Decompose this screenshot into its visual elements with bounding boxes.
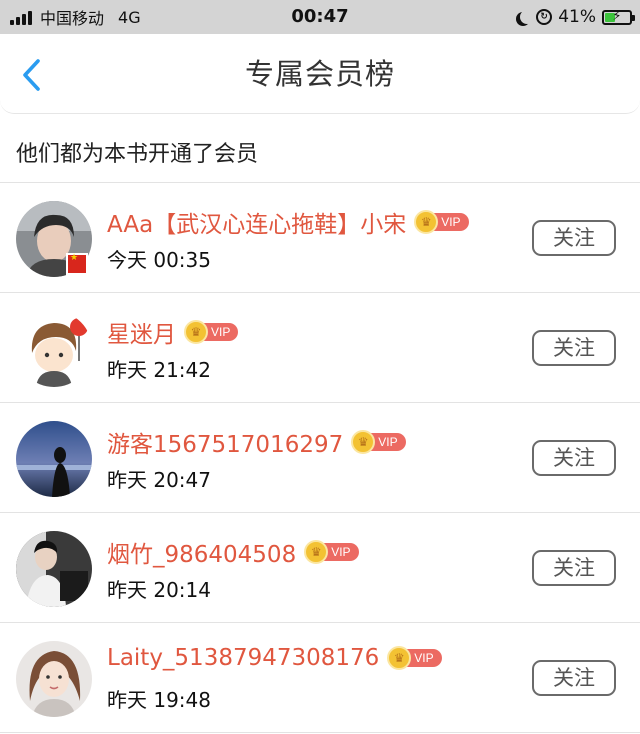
member-row[interactable]: 星迷月 ♛ VIP 昨天 21:42 关注 bbox=[0, 293, 640, 403]
member-name[interactable]: 星迷月 bbox=[107, 315, 176, 349]
member-row[interactable]: 游客1567517016297 ♛ VIP 昨天 20:47 关注 bbox=[0, 403, 640, 513]
name-line: Laity_51387947308176 ♛ VIP bbox=[107, 645, 442, 671]
rotation-lock-icon: ↻ bbox=[536, 9, 553, 25]
vip-badge: ♛ VIP bbox=[387, 646, 442, 670]
avatar[interactable] bbox=[16, 311, 92, 387]
avatar[interactable] bbox=[16, 531, 92, 607]
vip-badge: ♛ VIP bbox=[351, 430, 406, 454]
avatar[interactable] bbox=[16, 641, 92, 717]
follow-button[interactable]: 关注 bbox=[532, 550, 616, 586]
member-name[interactable]: 烟竹_986404508 bbox=[107, 535, 296, 569]
member-time: 昨天 19:48 bbox=[107, 688, 211, 712]
member-list: AAa【武汉心连心拖鞋】小宋 ♛ VIP 今天 00:35 关注 星迷月 bbox=[0, 183, 640, 733]
follow-button[interactable]: 关注 bbox=[532, 440, 616, 476]
vip-badge: ♛ VIP bbox=[184, 320, 239, 344]
name-line: 烟竹_986404508 ♛ VIP bbox=[107, 535, 359, 569]
vip-badge: ♛ VIP bbox=[414, 210, 469, 234]
member-name[interactable]: 游客1567517016297 bbox=[107, 425, 343, 459]
flag-badge bbox=[66, 253, 88, 275]
name-line: AAa【武汉心连心拖鞋】小宋 ♛ VIP bbox=[107, 205, 469, 239]
page-title: 专属会员榜 bbox=[244, 57, 395, 91]
name-line: 星迷月 ♛ VIP bbox=[107, 315, 239, 349]
member-row[interactable]: Laity_51387947308176 ♛ VIP 昨天 19:48 关注 bbox=[0, 623, 640, 733]
vip-badge: ♛ VIP bbox=[304, 540, 359, 564]
member-row[interactable]: AAa【武汉心连心拖鞋】小宋 ♛ VIP 今天 00:35 关注 bbox=[0, 183, 640, 293]
member-row[interactable]: 烟竹_986404508 ♛ VIP 昨天 20:14 关注 bbox=[0, 513, 640, 623]
follow-button[interactable]: 关注 bbox=[532, 660, 616, 696]
member-name[interactable]: AAa【武汉心连心拖鞋】小宋 bbox=[107, 205, 406, 239]
follow-button[interactable]: 关注 bbox=[532, 330, 616, 366]
follow-button[interactable]: 关注 bbox=[532, 220, 616, 256]
member-time: 昨天 21:42 bbox=[107, 358, 211, 382]
member-name[interactable]: Laity_51387947308176 bbox=[107, 645, 379, 671]
section-subtitle: 他们都为本书开通了会员 bbox=[16, 142, 259, 167]
status-bar: 中国移动 4G 00:47 ↻ 41% ⚡ bbox=[0, 0, 640, 34]
avatar[interactable] bbox=[16, 421, 92, 497]
charging-bolt-icon: ⚡ bbox=[612, 8, 622, 24]
battery-icon: ⚡ bbox=[602, 8, 635, 25]
crown-icon: ♛ bbox=[184, 320, 208, 344]
member-time: 今天 00:35 bbox=[107, 248, 211, 272]
member-time: 昨天 20:47 bbox=[107, 468, 211, 492]
status-right: ↻ 41% ⚡ bbox=[516, 0, 635, 34]
member-time: 昨天 20:14 bbox=[107, 578, 211, 602]
battery-percent: 41% bbox=[558, 7, 596, 27]
name-line: 游客1567517016297 ♛ VIP bbox=[107, 425, 406, 459]
moon-icon bbox=[520, 10, 534, 24]
navigation-bar: 专属会员榜 bbox=[0, 34, 640, 114]
